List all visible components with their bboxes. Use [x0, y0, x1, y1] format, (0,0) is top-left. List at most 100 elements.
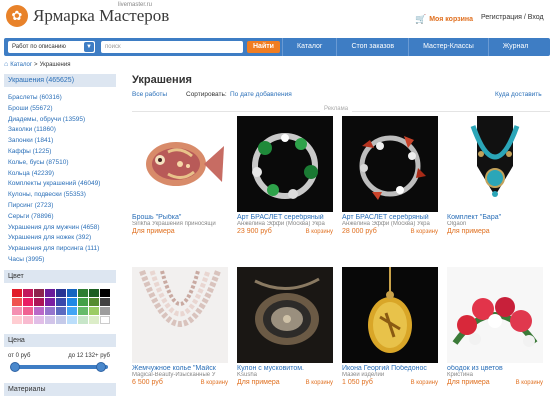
color-swatch[interactable] — [56, 297, 66, 306]
category-link[interactable]: Украшения для пирсинга (111) — [8, 244, 116, 255]
product-image[interactable] — [447, 267, 543, 363]
product-seller[interactable]: Мазей изделии — [342, 372, 438, 378]
nav-item-journal[interactable]: Журнал — [487, 38, 543, 56]
materials-filter-heading[interactable]: Материалы — [4, 382, 116, 396]
color-swatch[interactable] — [89, 306, 99, 315]
color-swatch[interactable] — [100, 297, 110, 306]
category-link[interactable]: Браслеты (60316) — [8, 93, 116, 104]
color-swatch[interactable] — [23, 297, 33, 306]
price-slider[interactable] — [10, 361, 108, 372]
product-seller[interactable]: Magical-Beauty-Изысканные У — [132, 372, 228, 378]
find-button[interactable]: Найти — [247, 41, 280, 53]
product-seller[interactable]: Анжелина Эффи (Москва) Укра — [342, 221, 438, 227]
product-seller[interactable]: Кристина — [447, 372, 543, 378]
register-login-link[interactable]: Регистрация / Вход — [481, 14, 544, 21]
category-link[interactable]: Броши (55672) — [8, 104, 116, 115]
add-to-cart-link[interactable]: В корзину — [306, 380, 333, 386]
color-swatch[interactable] — [45, 306, 55, 315]
product-image[interactable] — [237, 116, 333, 212]
product-title[interactable]: Брошь "Рыбка" — [132, 214, 228, 221]
color-swatch[interactable] — [23, 315, 33, 324]
color-swatch[interactable] — [89, 315, 99, 324]
product-image[interactable] — [237, 267, 333, 363]
color-swatch[interactable] — [100, 315, 110, 324]
color-swatch[interactable] — [67, 297, 77, 306]
product-image[interactable] — [447, 116, 543, 212]
color-swatch[interactable] — [23, 306, 33, 315]
category-link[interactable]: Каффы (1225) — [8, 147, 116, 158]
color-swatch[interactable] — [78, 306, 88, 315]
color-swatch[interactable] — [67, 315, 77, 324]
category-link[interactable]: Комплекты украшений (46049) — [8, 179, 116, 190]
color-swatch[interactable] — [89, 297, 99, 306]
color-swatch[interactable] — [34, 306, 44, 315]
color-swatch[interactable] — [45, 315, 55, 324]
add-to-cart-link[interactable]: В корзину — [411, 380, 438, 386]
price-slider-max-handle[interactable] — [96, 361, 106, 372]
product-image[interactable] — [132, 116, 228, 212]
color-swatch[interactable] — [34, 288, 44, 297]
logo[interactable]: ✿ Ярмарка Мастеров — [6, 5, 169, 27]
color-swatch[interactable] — [45, 297, 55, 306]
color-swatch[interactable] — [23, 288, 33, 297]
category-link[interactable]: Кольца (42239) — [8, 169, 116, 180]
product-card[interactable]: Брошь "Рыбка" Sirikha Украшения приносящи… — [132, 116, 228, 238]
color-swatch[interactable] — [67, 306, 77, 315]
product-image[interactable] — [342, 267, 438, 363]
color-swatch[interactable] — [34, 315, 44, 324]
sidebar-heading[interactable]: Украшения (465625) — [4, 74, 116, 87]
product-image[interactable] — [132, 267, 228, 363]
product-card[interactable]: Арт БРАСЛЕТ серебряный Анжелина Эффи (Мос… — [342, 116, 438, 238]
product-seller[interactable]: Sirikha Украшения приносящи — [132, 221, 228, 227]
product-card[interactable]: Жемчужное колье "Майск Magical-Beauty-Изы… — [132, 267, 228, 389]
home-icon[interactable]: ⌂ — [4, 61, 8, 68]
category-link[interactable]: Диадемы, обручи (13595) — [8, 115, 116, 126]
add-to-cart-link[interactable]: В корзину — [306, 229, 333, 235]
category-link[interactable]: Украшения для мужчин (4658) — [8, 223, 116, 234]
color-swatch[interactable] — [100, 288, 110, 297]
category-link[interactable]: Серьги (78896) — [8, 212, 116, 223]
nav-item-stop-orders[interactable]: Стоп заказов — [336, 38, 408, 56]
color-swatch[interactable] — [78, 315, 88, 324]
all-works-link[interactable]: Все работы — [132, 91, 167, 98]
color-swatch[interactable] — [78, 288, 88, 297]
product-card[interactable]: Арт БРАСЛЕТ серебряный Анжелина Эффи (Мос… — [237, 116, 333, 238]
cart-link[interactable]: 🛒 Моя корзина — [415, 14, 473, 25]
sort-by-date-link[interactable]: По дате добавления — [230, 91, 292, 98]
breadcrumb-catalog[interactable]: Каталог — [10, 62, 32, 68]
nav-item-master-classes[interactable]: Мастер-Классы — [408, 38, 488, 56]
product-card[interactable]: Кулон с мусковитом. Ksusha Для примера В ко… — [237, 267, 333, 389]
color-swatch[interactable] — [67, 288, 77, 297]
category-link[interactable]: Украшения для ножек (392) — [8, 233, 116, 244]
add-to-cart-link[interactable]: В корзину — [516, 380, 543, 386]
color-swatch[interactable] — [45, 288, 55, 297]
category-link[interactable]: Колье, бусы (87510) — [8, 158, 116, 169]
product-seller[interactable]: Анжелина Эффи (Москва) Укра — [237, 221, 333, 227]
search-type-select[interactable]: Работ по описанию ▼ — [8, 41, 95, 53]
product-title[interactable]: Жемчужное колье "Майск — [132, 365, 228, 372]
product-card[interactable]: Комплект "Бара" Olgaon Для примера — [447, 116, 543, 238]
price-slider-min-handle[interactable] — [10, 361, 20, 372]
category-link[interactable]: Пирсинг (2723) — [8, 201, 116, 212]
nav-item-catalog[interactable]: Каталог — [282, 38, 336, 56]
product-title[interactable]: ободок из цветов — [447, 365, 543, 372]
color-swatch[interactable] — [34, 297, 44, 306]
product-title[interactable]: Комплект "Бара" — [447, 214, 543, 221]
add-to-cart-link[interactable]: В корзину — [411, 229, 438, 235]
product-title[interactable]: Арт БРАСЛЕТ серебряный — [237, 214, 333, 221]
product-card[interactable]: Икона Георгий Победонос Мазей изделии 1 05… — [342, 267, 438, 389]
color-swatch[interactable] — [12, 297, 22, 306]
color-swatch[interactable] — [56, 288, 66, 297]
product-title[interactable]: Икона Георгий Победонос — [342, 365, 438, 372]
product-image[interactable] — [342, 116, 438, 212]
product-title[interactable]: Кулон с мусковитом. — [237, 365, 333, 372]
product-seller[interactable]: Ksusha — [237, 372, 333, 378]
color-swatch[interactable] — [100, 306, 110, 315]
add-to-cart-link[interactable]: В корзину — [201, 380, 228, 386]
delivery-location-link[interactable]: Куда доставить — [495, 91, 542, 98]
color-swatch[interactable] — [12, 315, 22, 324]
color-swatch[interactable] — [78, 297, 88, 306]
category-link[interactable]: Заколки (11860) — [8, 125, 116, 136]
color-swatch[interactable] — [89, 288, 99, 297]
search-input[interactable]: поиск — [101, 41, 243, 53]
